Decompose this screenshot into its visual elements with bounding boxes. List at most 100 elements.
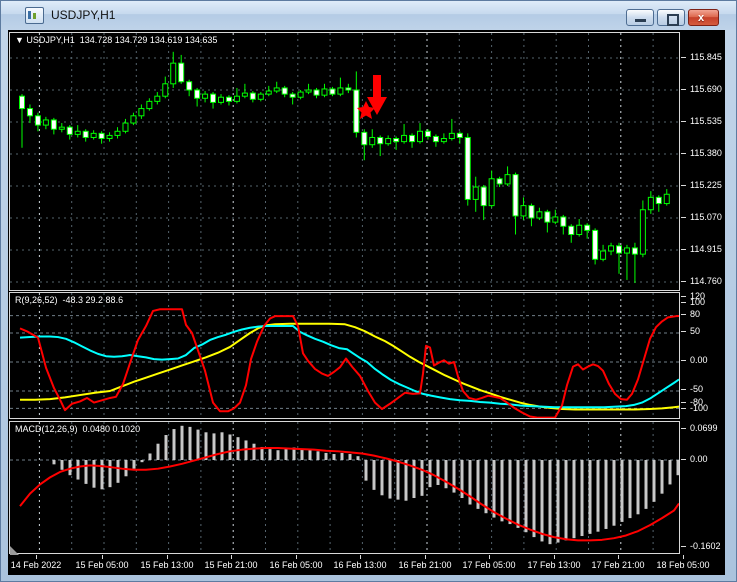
- time-label: 16 Feb 05:00: [269, 560, 323, 570]
- macd-histogram-bar: [196, 429, 200, 460]
- candlestick-chart[interactable]: [10, 33, 679, 290]
- bear-candle: [560, 216, 567, 227]
- bull-candle: [520, 205, 527, 217]
- macd-histogram-bar: [156, 443, 160, 460]
- macd-histogram-bar: [500, 460, 504, 522]
- macd-histogram-bar: [516, 460, 520, 528]
- macd-histogram-bar: [348, 454, 352, 460]
- bear-candle: [353, 89, 360, 133]
- macd-histogram-bar: [108, 460, 112, 488]
- macd-level-label: -0.1602: [690, 541, 721, 551]
- bull-candle: [106, 134, 113, 140]
- axis-tick: [681, 428, 686, 429]
- macd-histogram-bar: [220, 432, 224, 460]
- macd-histogram-bar: [596, 460, 600, 532]
- close-button[interactable]: x: [688, 9, 719, 26]
- macd-histogram-bar: [252, 443, 256, 460]
- time-tick: [425, 555, 426, 559]
- r-indicator-panel[interactable]: R(9,26,52) -48.3 29.2 88.6: [9, 292, 680, 419]
- price-scale[interactable]: 115.845 115.690 115.535 115.380 115.225 115.0…: [681, 30, 725, 575]
- macd-histogram-bar: [116, 460, 120, 483]
- time-tick: [36, 555, 37, 559]
- macd-chart[interactable]: [10, 422, 679, 553]
- bull-candle: [639, 209, 646, 255]
- bear-candle: [631, 247, 638, 255]
- maximize-button[interactable]: [657, 9, 685, 26]
- axis-tick: [681, 153, 686, 154]
- axis-tick: [681, 389, 686, 390]
- time-tick: [683, 555, 684, 559]
- bull-candle: [663, 193, 670, 205]
- macd-histogram-bar: [204, 432, 208, 460]
- price-label: 114.915: [690, 244, 722, 254]
- macd-panel[interactable]: MACD(12,26,9) 0.0480 0.1020: [9, 421, 680, 554]
- time-label: 17 Feb 13:00: [527, 560, 581, 570]
- bull-candle: [202, 93, 209, 99]
- bear-candle: [480, 186, 487, 207]
- bear-candle: [544, 211, 551, 223]
- bear-candle: [568, 225, 575, 236]
- macd-histogram-bar: [580, 460, 584, 537]
- panel-resize-grip[interactable]: [10, 546, 19, 555]
- axis-tick: [681, 296, 686, 297]
- bull-candle: [74, 130, 81, 135]
- bear-candle: [655, 196, 662, 205]
- time-label: 17 Feb 05:00: [462, 560, 516, 570]
- r-indicator-chart[interactable]: [10, 293, 679, 418]
- axis-tick: [681, 217, 686, 218]
- time-tick: [296, 555, 297, 559]
- bull-candle: [576, 224, 583, 236]
- axis-tick: [681, 89, 686, 90]
- macd-histogram-bar: [420, 460, 424, 496]
- macd-histogram-bar: [436, 460, 440, 485]
- macd-histogram-bar: [100, 460, 104, 490]
- price-label: 115.225: [690, 180, 722, 190]
- bull-candle: [552, 216, 559, 223]
- time-tick: [360, 555, 361, 559]
- close-icon: x: [698, 12, 705, 24]
- bear-candle: [361, 131, 368, 146]
- macd-histogram-bar: [340, 452, 344, 460]
- bear-candle: [98, 132, 105, 140]
- bear-candle: [424, 130, 431, 137]
- axis-tick: [681, 249, 686, 250]
- time-tick: [618, 555, 619, 559]
- minimize-button[interactable]: [626, 9, 654, 26]
- r-level-label: 100: [690, 297, 706, 307]
- bear-candle: [178, 62, 185, 83]
- title-bar[interactable]: USDJPY,H1 x: [1, 1, 736, 30]
- axis-tick: [681, 459, 686, 460]
- bull-candle: [218, 96, 224, 103]
- bull-candle: [337, 87, 344, 95]
- bull-candle: [401, 134, 408, 143]
- bear-candle: [432, 135, 439, 143]
- bear-candle: [186, 81, 193, 91]
- bull-candle: [623, 247, 630, 254]
- time-label: 14 Feb 2022: [10, 560, 62, 570]
- time-label: 16 Feb 13:00: [333, 560, 387, 570]
- bear-candle: [281, 87, 288, 95]
- macd-histogram-bar: [300, 448, 304, 460]
- r-indicator-label: R(9,26,52) -48.3 29.2 88.6: [15, 295, 124, 305]
- price-panel[interactable]: ▼ USDJPY,H1 134.728 134.729 134.619 134.…: [9, 32, 680, 291]
- macd-histogram-bar: [76, 460, 80, 480]
- bull-candle: [138, 108, 145, 117]
- bear-candle: [393, 138, 400, 143]
- time-tick: [231, 555, 232, 559]
- macd-histogram-bar: [236, 437, 240, 460]
- macd-histogram-bar: [164, 435, 168, 460]
- minimize-icon: [635, 19, 646, 22]
- bull-candle: [265, 90, 272, 95]
- bull-candle: [448, 132, 455, 140]
- bear-candle: [616, 245, 622, 254]
- time-scale[interactable]: 14 Feb 2022 15 Feb 05:00 15 Feb 13:00 15 Fe…: [8, 555, 725, 575]
- bull-candle: [385, 138, 392, 145]
- macd-histogram-bar: [636, 460, 640, 515]
- r-level-label: -100: [690, 403, 709, 413]
- r-level-label: 50: [690, 326, 701, 336]
- bear-candle: [584, 224, 591, 231]
- bull-candle: [536, 211, 543, 219]
- macd-histogram-bar: [524, 460, 528, 533]
- bear-candle: [19, 95, 25, 110]
- macd-histogram-bar: [372, 460, 376, 490]
